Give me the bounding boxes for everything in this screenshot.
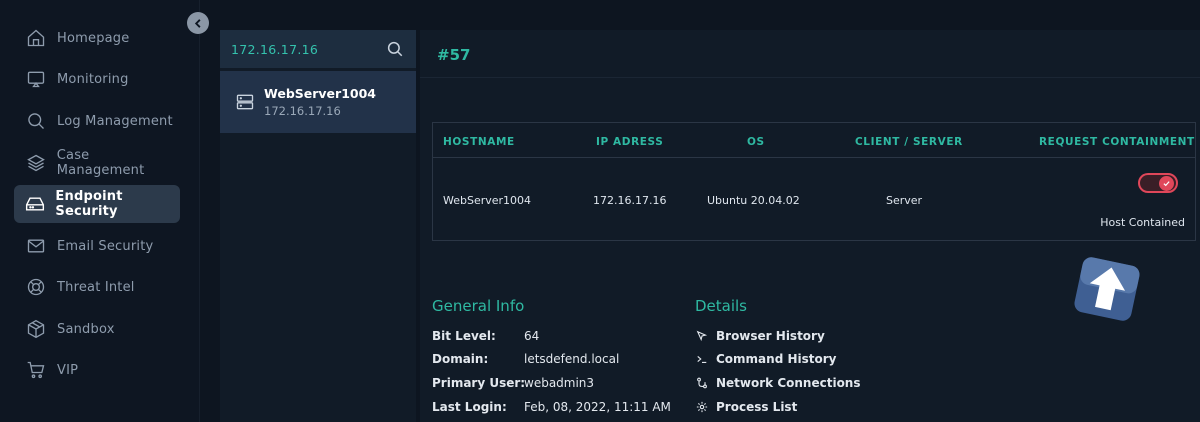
cart-icon xyxy=(25,359,47,381)
case-header: #57 xyxy=(420,30,1200,78)
cell-client-server: Server xyxy=(886,194,923,207)
sidebar-item-label: Monitoring xyxy=(57,71,129,87)
network-icon xyxy=(695,376,709,390)
host-search-bar[interactable]: 172.16.17.16 xyxy=(220,30,416,68)
sidebar-item-sandbox[interactable]: Sandbox xyxy=(14,310,180,348)
sidebar-item-vip[interactable]: VIP xyxy=(14,351,180,389)
mail-icon xyxy=(25,235,47,257)
col-header-client-server: CLIENT / SERVER xyxy=(855,136,963,148)
collapse-sidebar-button[interactable] xyxy=(187,12,209,34)
hard-drive-icon xyxy=(25,193,45,215)
header-divider xyxy=(433,157,1195,158)
info-value: Feb, 08, 2022, 11:11 AM xyxy=(524,400,671,414)
sidebar: Homepage Monitoring Log Management Case … xyxy=(0,0,200,422)
details-label: Network Connections xyxy=(716,376,861,390)
info-key: Bit Level: xyxy=(432,329,496,343)
host-list-panel: 172.16.17.16 WebServer1004 172.16.17.16 xyxy=(220,30,416,422)
monitor-icon xyxy=(25,68,47,90)
info-key: Last Login: xyxy=(432,400,507,414)
lifebuoy-icon xyxy=(25,276,47,298)
home-icon xyxy=(25,27,47,49)
cell-hostname: WebServer1004 xyxy=(443,194,532,207)
cursor-icon xyxy=(695,329,709,343)
details-command-history[interactable]: Command History xyxy=(695,352,837,366)
sidebar-item-label: Sandbox xyxy=(57,321,115,337)
info-value: letsdefend.local xyxy=(524,352,620,366)
details-title: Details xyxy=(695,297,748,315)
server-icon xyxy=(236,94,254,110)
sidebar-item-case-management[interactable]: Case Management xyxy=(14,144,180,182)
search-icon[interactable] xyxy=(386,40,404,58)
details-process-list[interactable]: Process List xyxy=(695,400,797,414)
sidebar-item-monitoring[interactable]: Monitoring xyxy=(14,60,180,98)
info-key: Primary User: xyxy=(432,376,526,390)
sidebar-item-label: Log Management xyxy=(57,113,173,129)
cell-ip: 172.16.17.16 xyxy=(593,194,667,207)
details-label: Browser History xyxy=(716,329,825,343)
sidebar-item-endpoint-security[interactable]: Endpoint Security xyxy=(14,185,180,223)
details-label: Process List xyxy=(716,400,798,414)
col-header-containment: REQUEST CONTAINMENT xyxy=(1039,136,1195,148)
host-table: HOSTNAME IP ADRESS OS CLIENT / SERVER RE… xyxy=(432,122,1196,241)
col-header-ip: IP ADRESS xyxy=(596,136,664,148)
package-icon xyxy=(25,318,47,340)
sidebar-item-label: Endpoint Security xyxy=(55,189,123,219)
host-list-item[interactable]: WebServer1004 172.16.17.16 xyxy=(220,71,416,133)
general-info-title: General Info xyxy=(432,297,525,315)
col-header-os: OS xyxy=(747,136,765,148)
up-arrow-icon xyxy=(1074,257,1140,321)
details-network-connections[interactable]: Network Connections xyxy=(695,376,861,390)
containment-toggle[interactable] xyxy=(1138,173,1178,193)
chevron-left-icon xyxy=(194,18,201,28)
details-browser-history[interactable]: Browser History xyxy=(695,329,825,343)
info-value: webadmin3 xyxy=(524,376,595,390)
details-label: Command History xyxy=(716,352,837,366)
sidebar-item-label: VIP xyxy=(57,362,79,378)
sidebar-item-threat-intel[interactable]: Threat Intel xyxy=(14,268,180,306)
info-key: Domain: xyxy=(432,352,489,366)
main-panel: #57 HOSTNAME IP ADRESS OS CLIENT / SERVE… xyxy=(420,30,1200,422)
host-search-input[interactable]: 172.16.17.16 xyxy=(231,42,318,57)
sidebar-item-label: Threat Intel xyxy=(57,279,135,295)
check-icon xyxy=(1159,176,1174,191)
cell-os: Ubuntu 20.04.02 xyxy=(707,194,800,207)
host-ip: 172.16.17.16 xyxy=(264,104,341,118)
sidebar-item-label: Email Security xyxy=(57,238,154,254)
sidebar-item-log-management[interactable]: Log Management xyxy=(14,102,180,140)
col-header-hostname: HOSTNAME xyxy=(443,136,515,148)
sidebar-item-homepage[interactable]: Homepage xyxy=(14,19,180,57)
host-name: WebServer1004 xyxy=(264,86,376,101)
sidebar-item-label: Case Management xyxy=(56,148,145,178)
gear-icon xyxy=(695,400,709,414)
terminal-icon xyxy=(695,352,709,366)
containment-status: Host Contained xyxy=(1100,216,1185,229)
search-icon xyxy=(25,110,47,132)
layers-icon xyxy=(25,152,47,174)
case-id: #57 xyxy=(437,46,471,64)
sidebar-item-label: Homepage xyxy=(57,30,130,46)
sidebar-item-email-security[interactable]: Email Security xyxy=(14,227,180,265)
info-value: 64 xyxy=(524,329,540,343)
